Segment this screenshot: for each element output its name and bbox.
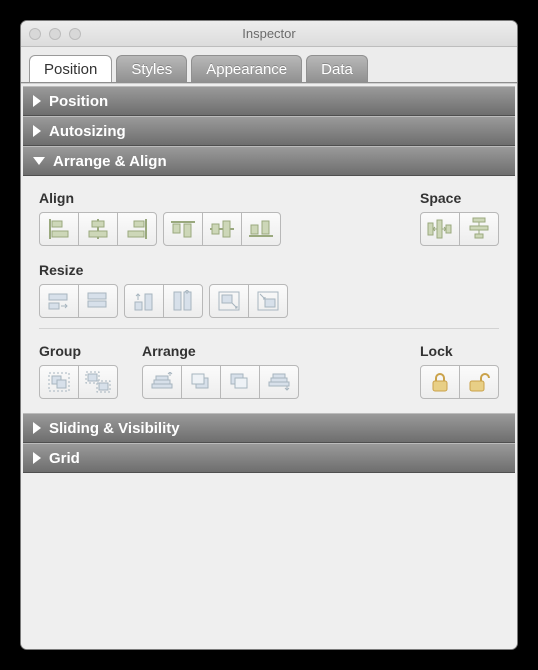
align-bottom-icon <box>249 219 273 239</box>
section-autosizing-header[interactable]: Autosizing <box>23 116 515 146</box>
align-top-button[interactable] <box>163 212 203 246</box>
section-title: Arrange & Align <box>53 153 167 170</box>
align-center-v-button[interactable] <box>202 212 242 246</box>
align-bottom-button[interactable] <box>241 212 281 246</box>
lock-closed-icon <box>430 371 450 393</box>
inspector-window: Inspector Position Styles Appearance Dat… <box>20 20 518 650</box>
space-horizontal-button[interactable] <box>420 212 460 246</box>
tab-position[interactable]: Position <box>29 55 112 83</box>
align-right-icon <box>125 219 149 239</box>
send-backward-button[interactable] <box>220 365 260 399</box>
tab-data[interactable]: Data <box>306 55 368 83</box>
close-window-button[interactable] <box>29 28 41 40</box>
window-title: Inspector <box>21 26 517 41</box>
group-label: Resize <box>39 262 288 278</box>
section-position-header[interactable]: Position <box>23 86 515 116</box>
tab-appearance[interactable]: Appearance <box>191 55 302 83</box>
group-label: Arrange <box>142 343 299 359</box>
disclosure-right-icon <box>33 452 41 464</box>
space-vertical-icon <box>469 217 489 241</box>
section-arrange-align-header[interactable]: Arrange & Align <box>23 146 515 176</box>
resize-group: Resize <box>39 262 288 318</box>
section-title: Grid <box>49 450 80 467</box>
resize-expand-button[interactable] <box>209 284 249 318</box>
bring-to-front-icon <box>150 372 174 392</box>
resize-height-up-button[interactable] <box>124 284 164 318</box>
space-vertical-button[interactable] <box>459 212 499 246</box>
resize-height-down-button[interactable] <box>163 284 203 318</box>
section-title: Autosizing <box>49 123 126 140</box>
tab-label: Position <box>44 61 97 78</box>
disclosure-right-icon <box>33 125 41 137</box>
arrange-group: Arrange <box>142 343 299 399</box>
send-backward-icon <box>229 372 251 392</box>
resize-same-height-button[interactable] <box>78 284 118 318</box>
group-group: Group <box>39 343 118 399</box>
tab-styles[interactable]: Styles <box>116 55 187 83</box>
align-left-button[interactable] <box>39 212 79 246</box>
align-center-h-button[interactable] <box>78 212 118 246</box>
resize-shrink-button[interactable] <box>248 284 288 318</box>
space-horizontal-icon <box>427 219 453 239</box>
send-to-back-button[interactable] <box>259 365 299 399</box>
align-top-icon <box>171 219 195 239</box>
divider <box>39 328 499 329</box>
section-grid-header[interactable]: Grid <box>23 443 515 473</box>
group-icon <box>47 371 71 393</box>
resize-shrink-icon <box>257 291 279 311</box>
section-title: Position <box>49 93 108 110</box>
disclosure-down-icon <box>33 157 45 165</box>
disclosure-right-icon <box>33 422 41 434</box>
traffic-lights <box>29 28 81 40</box>
group-label: Space <box>420 190 499 206</box>
bring-forward-button[interactable] <box>181 365 221 399</box>
titlebar: Inspector <box>21 21 517 47</box>
bring-forward-icon <box>190 372 212 392</box>
zoom-window-button[interactable] <box>69 28 81 40</box>
resize-same-height-icon <box>86 291 110 311</box>
disclosure-right-icon <box>33 95 41 107</box>
lock-button[interactable] <box>420 365 460 399</box>
section-sliding-visibility-header[interactable]: Sliding & Visibility <box>23 413 515 443</box>
send-to-back-icon <box>267 372 291 392</box>
tab-label: Appearance <box>206 61 287 78</box>
resize-same-width-button[interactable] <box>39 284 79 318</box>
minimize-window-button[interactable] <box>49 28 61 40</box>
align-center-h-icon <box>86 219 110 239</box>
bring-to-front-button[interactable] <box>142 365 182 399</box>
tab-bar: Position Styles Appearance Data <box>21 47 517 83</box>
unlock-button[interactable] <box>459 365 499 399</box>
tab-label: Styles <box>131 61 172 78</box>
lock-group: Lock <box>420 343 499 399</box>
section-title: Sliding & Visibility <box>49 420 180 437</box>
align-group: Align <box>39 190 281 246</box>
resize-height-down-icon <box>172 290 194 312</box>
resize-expand-icon <box>218 291 240 311</box>
resize-height-up-icon <box>133 290 155 312</box>
group-button[interactable] <box>39 365 79 399</box>
align-right-button[interactable] <box>117 212 157 246</box>
group-label: Group <box>39 343 118 359</box>
ungroup-icon <box>85 371 111 393</box>
section-arrange-align-body: Align <box>23 176 515 413</box>
panel: Position Autosizing Arrange & Align Alig… <box>21 83 517 649</box>
group-label: Align <box>39 190 281 206</box>
align-center-v-icon <box>210 219 234 239</box>
lock-open-icon <box>467 371 491 393</box>
ungroup-button[interactable] <box>78 365 118 399</box>
group-label: Lock <box>420 343 499 359</box>
resize-same-width-icon <box>47 291 71 311</box>
tab-label: Data <box>321 61 353 78</box>
space-group: Space <box>420 190 499 246</box>
align-left-icon <box>47 219 71 239</box>
